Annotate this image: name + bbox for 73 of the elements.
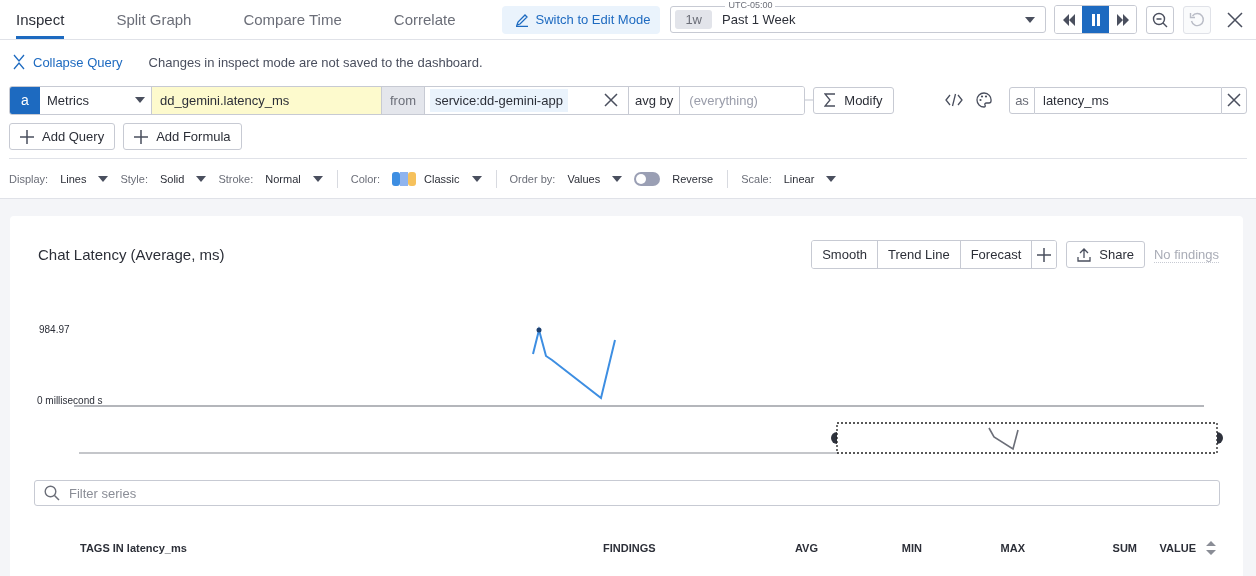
option-dropdown[interactable]: Classic — [392, 171, 482, 186]
range-chip: 1w — [675, 10, 712, 29]
caret-icon — [196, 175, 207, 182]
caret-icon — [312, 175, 323, 182]
graph-title: Chat Latency (Average, ms) — [38, 246, 225, 263]
navigator-line — [988, 427, 1019, 451]
alias-field[interactable]: latency_ms — [1035, 86, 1221, 114]
reverse-toggle[interactable] — [634, 171, 661, 186]
close-icon — [1227, 93, 1241, 107]
option-dropdown[interactable]: Lines — [60, 172, 109, 185]
pause-button[interactable] — [1082, 6, 1110, 33]
close-button[interactable] — [1225, 9, 1246, 30]
column-header[interactable]: AVG — [739, 542, 818, 554]
collapse-query-link[interactable]: Collapse Query — [13, 54, 123, 70]
option-dropdown[interactable]: Values — [567, 172, 623, 185]
fast-forward-icon — [1115, 13, 1130, 26]
column-header[interactable]: FINDINGS — [603, 542, 739, 554]
filter-series-field[interactable]: Filter series — [34, 480, 1220, 506]
option-label: Scale: — [741, 172, 772, 185]
close-icon — [1227, 11, 1244, 28]
sort-icon — [1205, 540, 1217, 556]
option-label: Color: — [350, 172, 381, 185]
plus-icon — [1037, 247, 1052, 262]
option-label: Display: — [9, 172, 49, 185]
edit-mode-button[interactable]: Switch to Edit Mode — [501, 5, 661, 34]
plus-icon — [20, 129, 34, 144]
pause-icon — [1090, 13, 1101, 26]
caret-icon — [1025, 16, 1036, 23]
column-header[interactable]: TAGS IN latency_ms — [80, 542, 603, 554]
collapse-icon — [13, 54, 25, 70]
undo-icon — [1189, 11, 1206, 28]
function-button[interactable]: Smooth — [812, 241, 878, 268]
option-dropdown[interactable]: Normal — [265, 172, 323, 185]
notice-text: Changes in inspect mode are not saved to the dashboard. — [148, 54, 483, 70]
option-dropdown[interactable]: Linear — [783, 172, 837, 185]
upload-icon — [1077, 247, 1092, 262]
tab[interactable]: Split Graph — [116, 0, 192, 39]
column-header[interactable]: MIN — [818, 542, 922, 554]
clear-alias-button[interactable] — [1221, 86, 1247, 114]
caret-icon — [612, 175, 623, 182]
zoom-out-icon — [1152, 11, 1169, 28]
option-label: Style: — [120, 172, 148, 185]
option-dropdown[interactable]: Solid — [159, 172, 207, 185]
pencil-icon — [514, 12, 529, 27]
option-label: Stroke: — [218, 172, 254, 185]
sigma-icon — [824, 93, 837, 107]
option-label: Order by: — [509, 172, 556, 185]
tab[interactable]: Correlate — [393, 0, 456, 39]
caret-icon — [98, 175, 109, 182]
zoom-out-button[interactable] — [1146, 5, 1175, 34]
code-icon — [945, 93, 963, 107]
palette-swatch-icon — [392, 171, 417, 186]
data-point — [536, 327, 542, 333]
y-axis-label: 0 millisecond s — [37, 395, 103, 406]
range-selector[interactable] — [831, 422, 1223, 454]
add-button[interactable]: Add Query — [9, 123, 116, 150]
tab[interactable]: Compare Time — [243, 0, 342, 39]
share-button[interactable]: Share — [1066, 241, 1145, 268]
column-header[interactable]: SUM — [1025, 542, 1137, 554]
column-header[interactable]: VALUE — [1137, 542, 1196, 554]
range-text: Past 1 Week — [722, 12, 796, 27]
y-axis-label: 984.97 — [39, 324, 70, 335]
toggle-label: Reverse — [672, 172, 714, 185]
add-button[interactable]: Add Formula — [123, 123, 242, 150]
modify-button[interactable]: Modify — [813, 86, 894, 114]
rewind-icon — [1061, 13, 1076, 26]
column-header[interactable]: MAX — [922, 542, 1025, 554]
plus-icon — [134, 129, 149, 144]
timezone-label: UTC-05:00 — [725, 0, 776, 11]
tab[interactable]: Inspect — [16, 0, 65, 39]
caret-icon — [826, 175, 837, 182]
caret-icon — [471, 175, 482, 182]
palette-icon — [976, 92, 992, 108]
